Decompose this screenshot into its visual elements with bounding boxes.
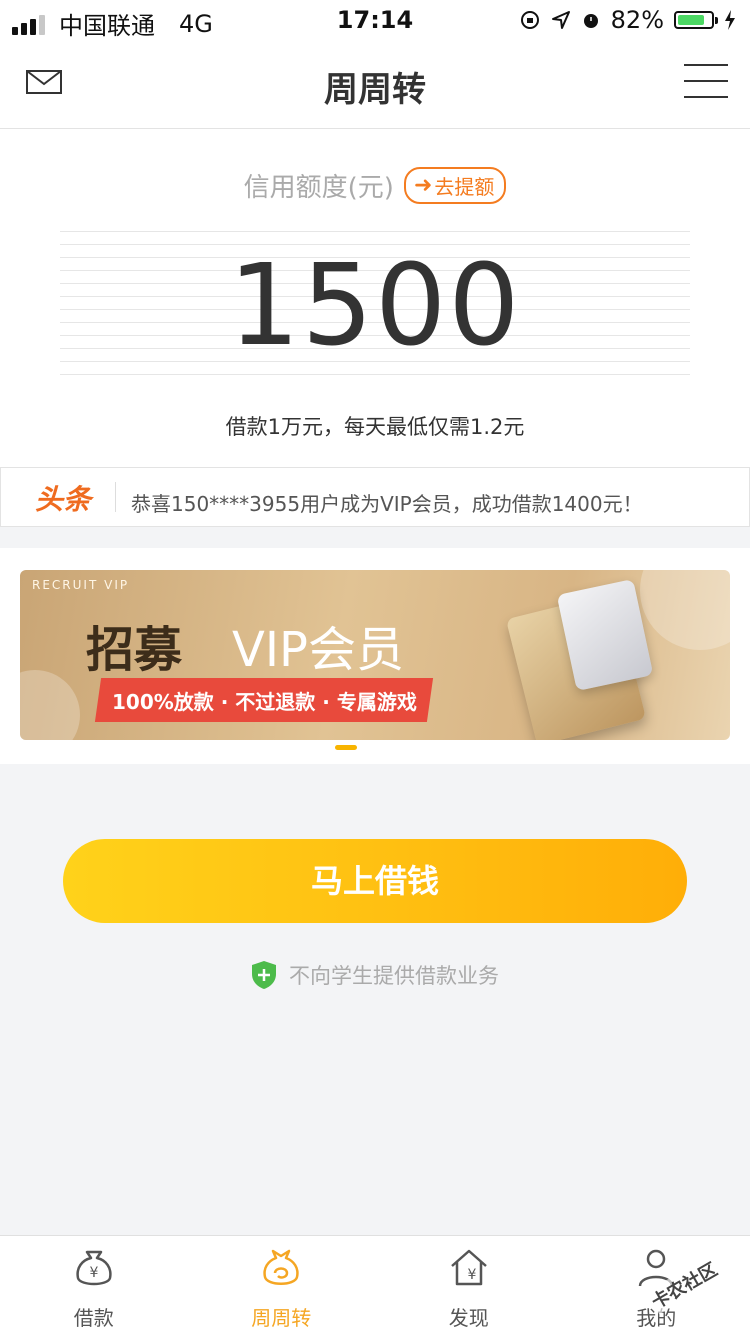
carousel-indicator — [335, 745, 357, 750]
house-yen-icon: ¥ — [447, 1246, 491, 1290]
page-title: 周周转 — [0, 62, 750, 111]
tab-label: 借款 — [0, 1302, 188, 1331]
banner-title: 招募 — [86, 610, 182, 680]
alarm-icon — [581, 10, 601, 30]
tab-borrow[interactable]: ¥ 借款 — [0, 1236, 188, 1335]
charging-icon — [724, 9, 736, 31]
rotation-lock-icon — [519, 9, 541, 31]
credit-label: 信用额度(元) — [244, 167, 394, 204]
credit-note: 借款1万元，每天最低仅需1.2元 — [0, 411, 750, 441]
nav-bar: 周周转 — [0, 40, 750, 129]
tab-bar: ¥ 借款 周周转 ¥ 发现 我的 — [0, 1235, 750, 1335]
banner-ribbon-text: 100%放款 · 不过退款 · 专属游戏 — [112, 686, 417, 715]
credit-amount: 1500 — [0, 241, 750, 371]
tab-label: 周周转 — [188, 1302, 376, 1331]
borrow-now-button[interactable]: 马上借钱 — [63, 839, 687, 923]
headline-logo: 头条 — [35, 478, 91, 518]
decor-circle — [20, 670, 80, 740]
battery-icon — [674, 11, 714, 29]
tab-weekly[interactable]: 周周转 — [188, 1236, 376, 1335]
svg-text:¥: ¥ — [467, 1267, 476, 1283]
student-notice: 不向学生提供借款业务 — [289, 960, 499, 990]
banner-tag: RECRUIT VIP — [32, 578, 129, 592]
decor-circle — [640, 570, 730, 650]
tab-discover[interactable]: ¥ 发现 — [375, 1236, 563, 1335]
credit-label-row: 信用额度(元) ➜ 去提额 — [0, 167, 750, 204]
status-bar: 中国联通 4G 17:14 82% — [0, 0, 750, 40]
notice-row: 不向学生提供借款业务 — [0, 960, 750, 990]
vip-banner[interactable]: RECRUIT VIP 招募 VIP会员 100%放款 · 不过退款 · 专属游… — [20, 570, 730, 740]
divider — [115, 482, 116, 512]
status-right: 82% — [519, 6, 736, 34]
news-ticker[interactable]: 头条 恭喜150****3955用户成为VIP会员，成功借款1400元！ — [0, 467, 750, 527]
location-icon — [551, 10, 571, 30]
raise-limit-label: 去提额 — [434, 171, 494, 200]
raise-limit-button[interactable]: ➜ 去提额 — [404, 167, 506, 204]
ticker-text: 恭喜150****3955用户成为VIP会员，成功借款1400元！ — [131, 488, 643, 517]
menu-icon[interactable] — [684, 64, 728, 98]
shield-icon — [251, 960, 277, 990]
moneybag-icon: ¥ — [72, 1246, 116, 1290]
banner-title-vip: VIP会员 — [232, 610, 404, 680]
arrow-up-icon: ➜ — [414, 173, 432, 198]
credit-panel: 信用额度(元) ➜ 去提额 1500 借款1万元，每天最低仅需1.2元 — [0, 129, 750, 467]
banner-carousel: RECRUIT VIP 招募 VIP会员 100%放款 · 不过退款 · 专属游… — [0, 548, 750, 764]
bag-icon — [259, 1246, 303, 1290]
battery-fill — [678, 15, 704, 25]
tab-label: 发现 — [375, 1302, 563, 1331]
battery-percent: 82% — [611, 6, 664, 34]
svg-text:¥: ¥ — [89, 1265, 98, 1281]
